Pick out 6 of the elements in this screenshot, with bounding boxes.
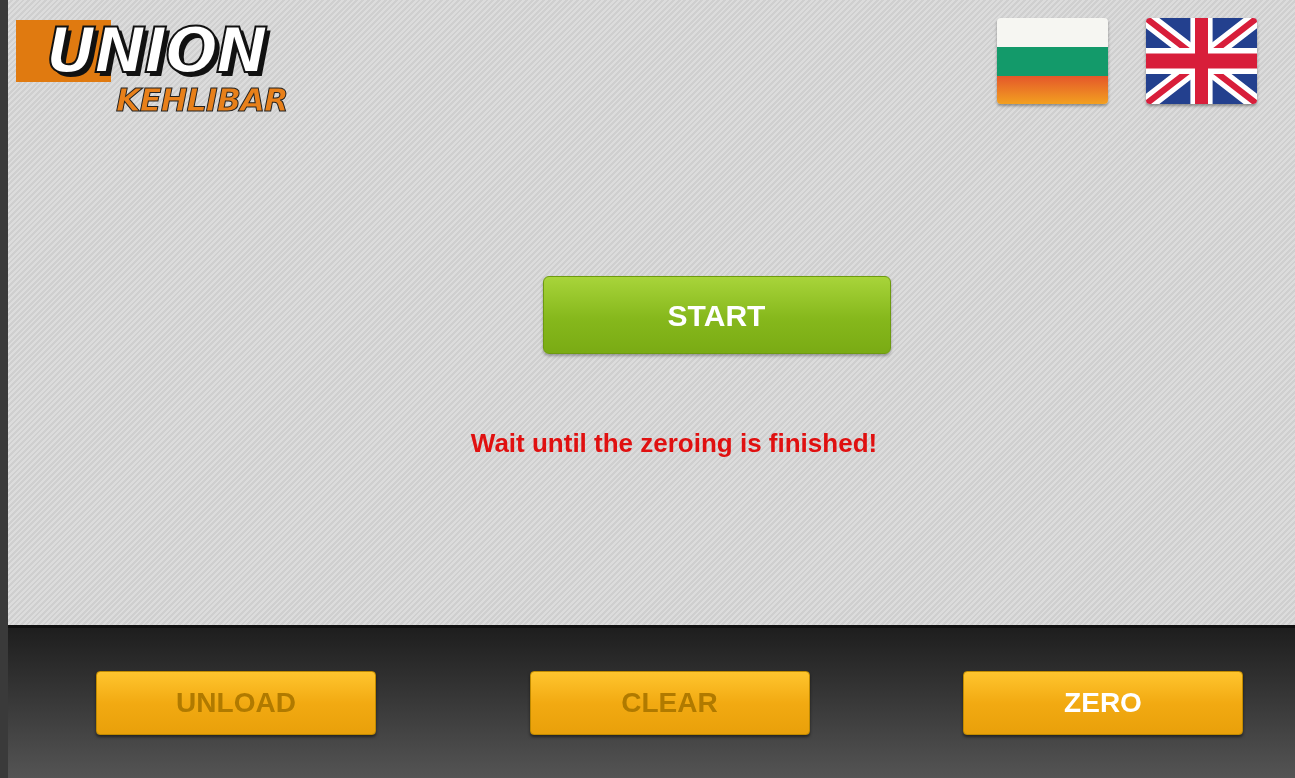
warning-message: Wait until the zeroing is finished! <box>470 427 878 460</box>
british-flag-icon[interactable] <box>1146 18 1257 104</box>
logo-subtitle: KEHLIBAR <box>116 84 288 116</box>
start-button[interactable]: START <box>542 276 891 354</box>
action-button[interactable]: ZERO <box>963 671 1243 735</box>
bulgarian-flag-icon[interactable] <box>997 18 1108 104</box>
